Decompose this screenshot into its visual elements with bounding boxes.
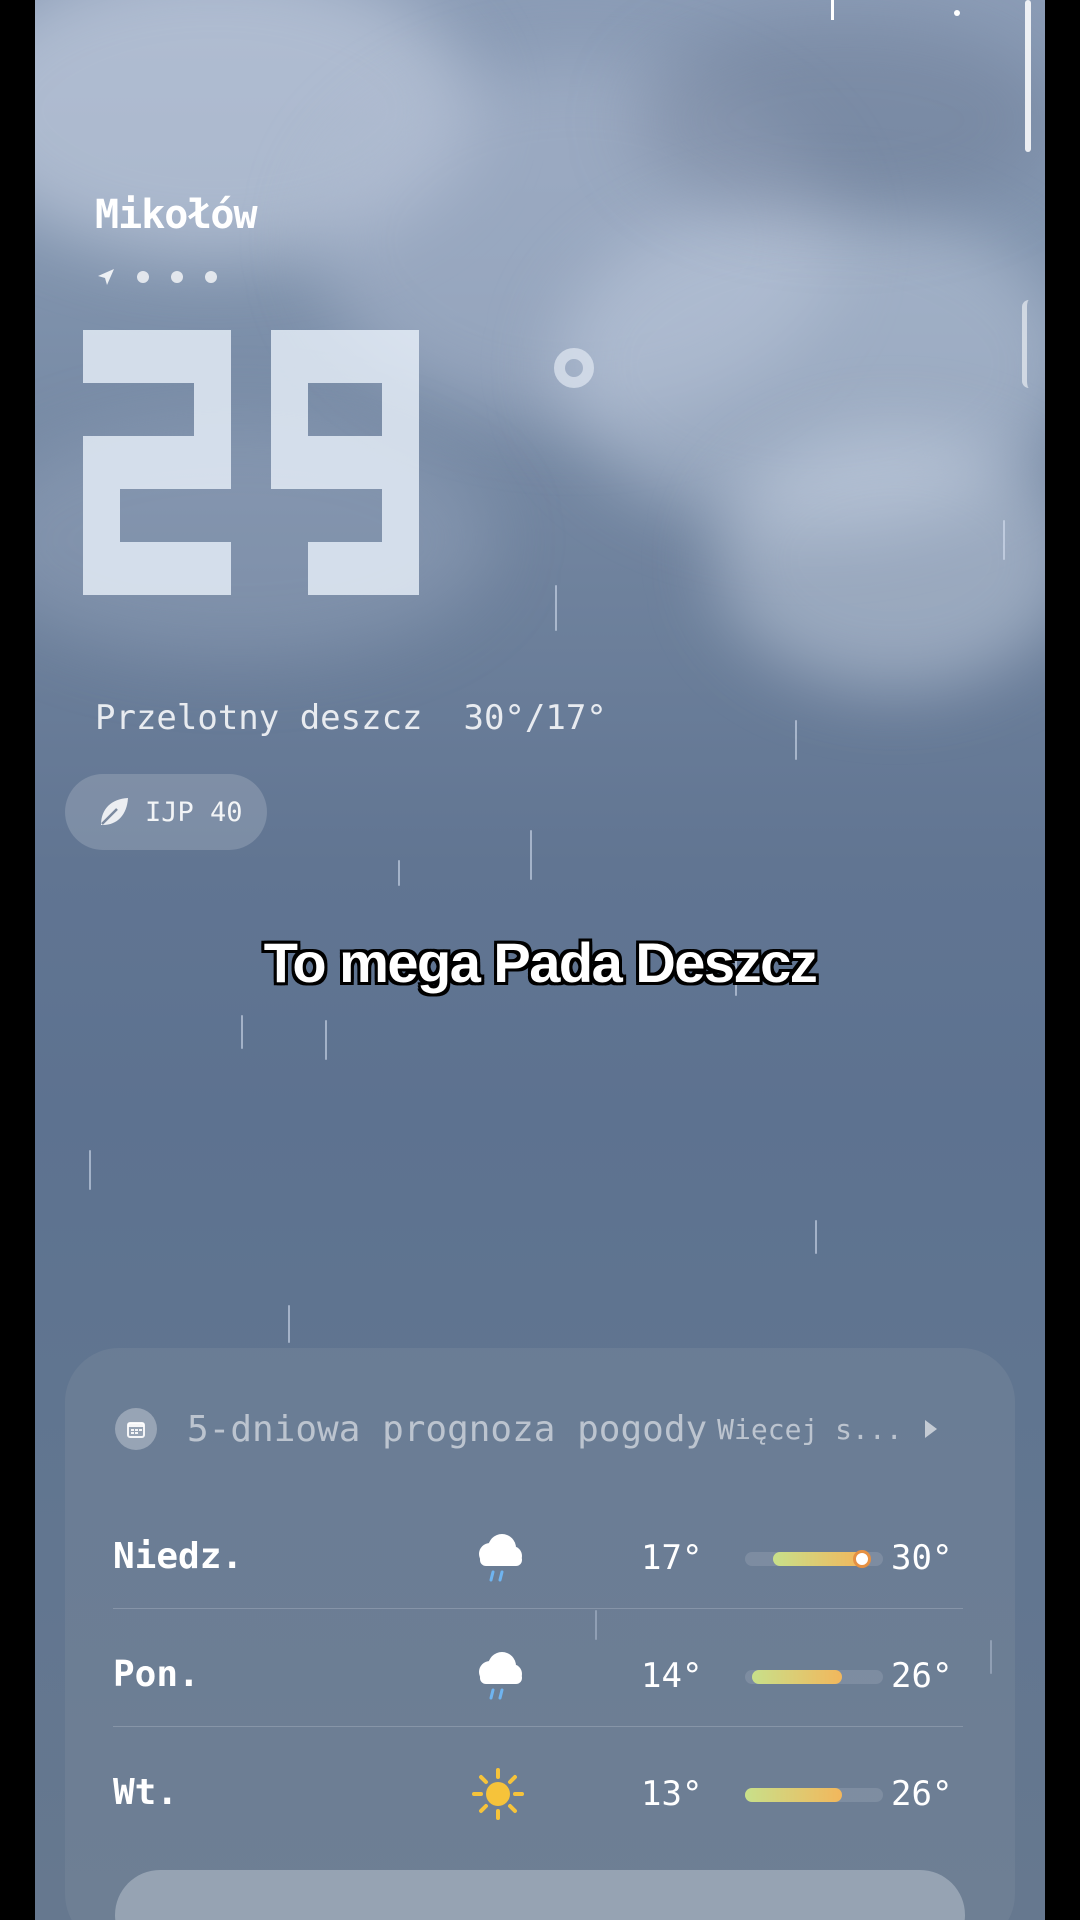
cloud-decoration xyxy=(715,430,1045,690)
location-arrow-icon xyxy=(98,269,114,285)
divider xyxy=(113,1726,963,1727)
temperature-range-fill xyxy=(772,1552,863,1566)
temperature-pixel xyxy=(120,542,157,595)
edge-panel-handle[interactable] xyxy=(1022,300,1036,388)
temperature-pixel xyxy=(345,436,382,489)
current-temperature-marker xyxy=(853,1550,872,1568)
forecast-row[interactable]: Wt. 13° 26° xyxy=(113,1736,961,1854)
weather-screen: Mikołów Przelotny deszcz 30°/17° IJP 40 … xyxy=(35,0,1045,1920)
temperature-range-fill xyxy=(751,1670,842,1684)
temperature-pixel xyxy=(83,330,120,383)
forecast-low: 17° xyxy=(641,1538,703,1578)
forecast-day: Niedz. xyxy=(113,1536,244,1577)
temperature-pixel xyxy=(194,383,231,436)
rain-streak xyxy=(288,1305,290,1343)
condition-summary: Przelotny deszcz 30°/17° xyxy=(95,698,607,738)
temperature-pixel xyxy=(120,436,157,489)
more-link[interactable]: Więcej s... xyxy=(717,1413,902,1446)
calendar-icon xyxy=(115,1408,157,1450)
temperature-pixel xyxy=(194,542,231,595)
temperature-pixel xyxy=(308,436,345,489)
video-caption: To mega Pada Deszcz xyxy=(263,931,818,994)
temperature-range-bar xyxy=(745,1788,883,1802)
leaf-icon xyxy=(101,798,128,825)
divider xyxy=(113,1608,963,1609)
temperature-pixel xyxy=(382,436,419,489)
air-quality-chip[interactable]: IJP 40 xyxy=(65,774,267,850)
rain-streak xyxy=(89,1150,91,1190)
temperature-pixel xyxy=(271,330,308,383)
temperature-pixel xyxy=(308,330,345,383)
temperature-pixel xyxy=(345,330,382,383)
temperature-range-fill xyxy=(745,1788,842,1802)
rain-streak xyxy=(530,830,532,880)
temperature-pixel xyxy=(83,489,120,542)
rain-cloud-icon xyxy=(479,1534,522,1582)
temperature-pixel xyxy=(157,436,194,489)
forecast-day: Wt. xyxy=(113,1772,179,1813)
temperature-pixel xyxy=(83,542,120,595)
rain-streak xyxy=(815,1220,817,1254)
chevron-right-icon xyxy=(924,1420,937,1438)
temperature-pixel xyxy=(194,330,231,383)
rain-streak xyxy=(795,720,797,760)
forecast-high: 26° xyxy=(891,1656,953,1696)
temperature-pixel xyxy=(271,383,308,436)
condition-text: Przelotny deszcz xyxy=(95,698,423,738)
temperature-pixel xyxy=(382,489,419,542)
forecast-row[interactable]: Niedz. 17° 30° xyxy=(113,1500,961,1618)
temperature-range-bar xyxy=(745,1550,883,1568)
scrollbar[interactable] xyxy=(1025,0,1031,152)
temperature-pixel xyxy=(83,436,120,489)
forecast-high: 26° xyxy=(891,1774,953,1814)
cloud-decoration xyxy=(635,20,1045,220)
rain-streak xyxy=(1003,520,1005,560)
rain-streak xyxy=(555,585,557,631)
high-low-text: 30°/17° xyxy=(463,698,607,738)
temperature-pixel xyxy=(382,383,419,436)
degree-symbol xyxy=(554,348,594,388)
rain-streak xyxy=(241,1015,243,1049)
rain-streak xyxy=(325,1020,327,1060)
forecast-title: 5-dniowa prognoza pogody xyxy=(187,1408,708,1450)
bottom-action-button[interactable] xyxy=(115,1870,965,1920)
city-name[interactable]: Mikołów xyxy=(95,192,258,238)
temperature-pixel xyxy=(382,330,419,383)
page-dot xyxy=(137,271,149,283)
aqi-label: IJP 40 xyxy=(145,796,243,828)
rain-cloud-icon xyxy=(479,1652,522,1700)
current-temperature xyxy=(83,330,523,596)
sun-icon xyxy=(472,1768,524,1820)
status-indicator xyxy=(831,0,834,20)
temperature-pixel xyxy=(157,330,194,383)
temperature-pixel xyxy=(157,542,194,595)
forecast-row[interactable]: Pon. 14° 26° xyxy=(113,1618,961,1736)
forecast-header[interactable]: 5-dniowa prognoza pogody Więcej s... xyxy=(115,1408,975,1450)
page-dot xyxy=(205,271,217,283)
forecast-low: 14° xyxy=(641,1656,703,1696)
page-dot xyxy=(171,271,183,283)
status-dot xyxy=(954,10,960,16)
forecast-low: 13° xyxy=(641,1774,703,1814)
forecast-card[interactable]: 5-dniowa prognoza pogody Więcej s... Nie… xyxy=(65,1348,1015,1920)
temperature-pixel xyxy=(271,436,308,489)
forecast-day: Pon. xyxy=(113,1654,200,1695)
temperature-range-bar xyxy=(745,1670,883,1684)
temperature-pixel xyxy=(120,330,157,383)
location-page-indicator[interactable] xyxy=(97,268,217,286)
rain-streak xyxy=(398,860,400,886)
temperature-pixel xyxy=(345,542,382,595)
temperature-pixel xyxy=(382,542,419,595)
forecast-high: 30° xyxy=(891,1538,953,1578)
temperature-pixel xyxy=(308,542,345,595)
temperature-pixel xyxy=(194,436,231,489)
